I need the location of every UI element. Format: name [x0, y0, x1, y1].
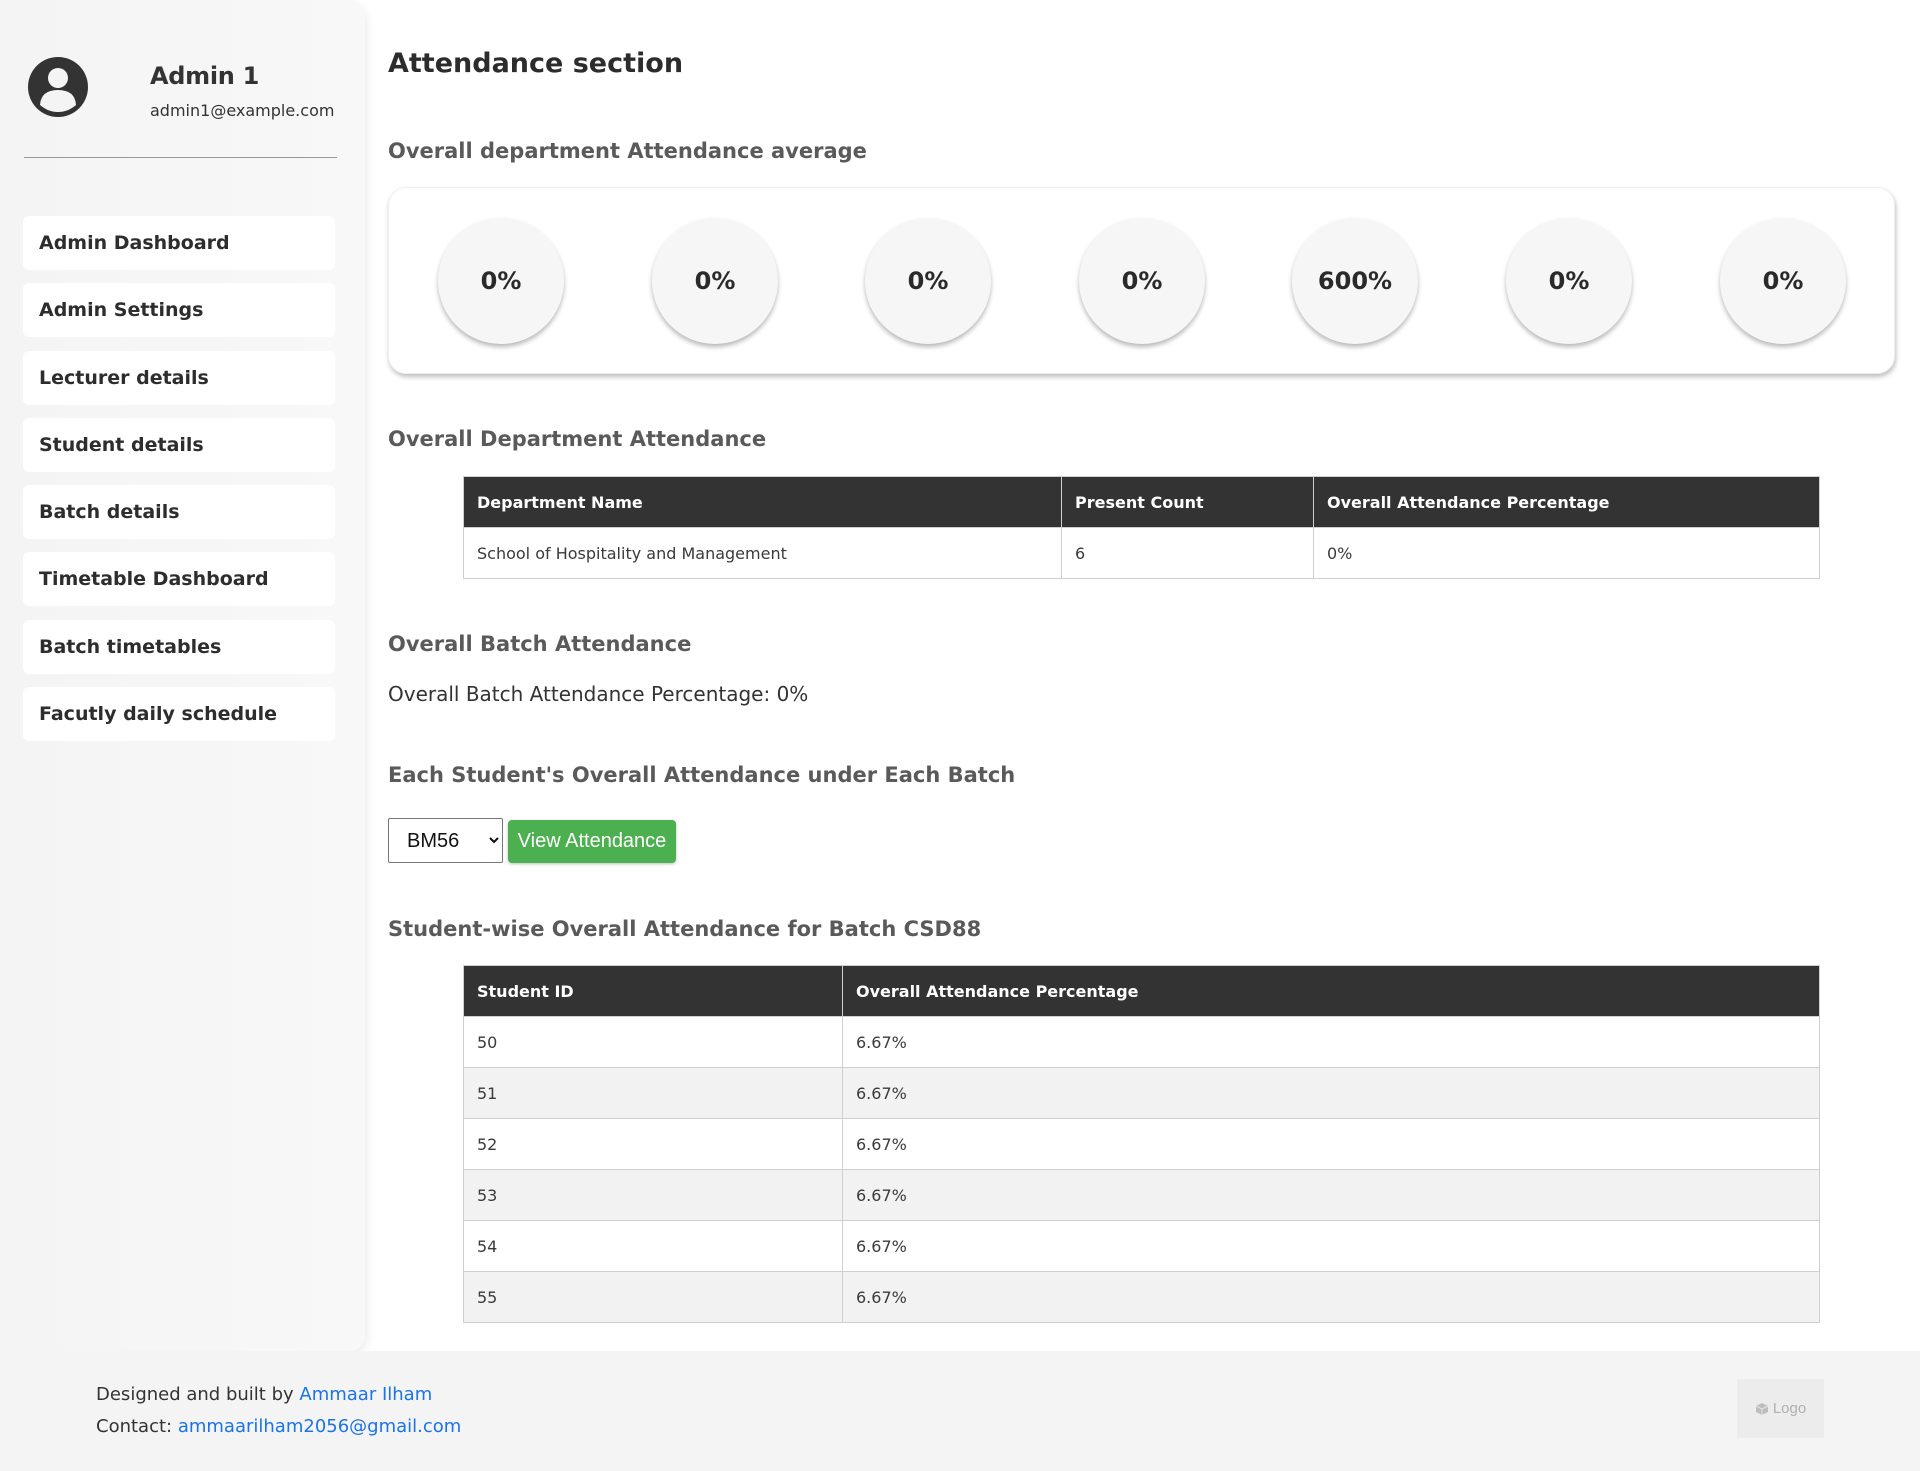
average-circle: 0%: [652, 218, 778, 344]
sidebar-divider: [24, 157, 337, 158]
profile-name: Admin 1: [150, 62, 260, 90]
logo-label: Logo: [1772, 1400, 1807, 1417]
column-header: Overall Attendance Percentage: [842, 965, 1820, 1017]
average-circle: 600%: [1292, 218, 1418, 344]
column-header: Present Count: [1061, 476, 1314, 528]
attendance-percentage-cell: 6.67%: [842, 1067, 1820, 1119]
user-circle-icon: [28, 57, 88, 117]
sidebar-item-admin-settings[interactable]: Admin Settings: [23, 283, 335, 338]
contact-email-link[interactable]: ammaarilham2056@gmail.com: [178, 1416, 462, 1437]
footer-contact-text: Contact:: [96, 1416, 178, 1437]
sidebar-item-timetable-dashboard[interactable]: Timetable Dashboard: [23, 552, 335, 607]
department-heading: Overall Department Attendance: [388, 427, 767, 451]
average-heading: Overall department Attendance average: [388, 139, 867, 163]
average-circle: 0%: [1506, 218, 1632, 344]
footer-credit: Designed and built by Ammaar Ilham: [96, 1384, 432, 1405]
average-circle: 0%: [1720, 218, 1846, 344]
average-circle: 0%: [865, 218, 991, 344]
average-circle: 0%: [1079, 218, 1205, 344]
page-title: Attendance section: [388, 48, 684, 79]
student-id-cell: 51: [463, 1067, 843, 1119]
sidebar: Admin 1 admin1@example.com Admin Dashboa…: [0, 0, 365, 1351]
sidebar-nav: Admin Dashboard Admin Settings Lecturer …: [23, 216, 335, 754]
student-id-cell: 53: [463, 1169, 843, 1221]
student-filter-heading: Each Student's Overall Attendance under …: [388, 763, 1016, 787]
footer-contact: Contact: ammaarilham2056@gmail.com: [96, 1416, 461, 1437]
sidebar-item-lecturer-details[interactable]: Lecturer details: [23, 350, 335, 405]
table-header-row: Department Name Present Count Overall At…: [463, 476, 1820, 528]
table-header-row: Student ID Overall Attendance Percentage: [463, 965, 1820, 1017]
table-row: School of Hospitality and Management 6 0…: [463, 527, 1820, 579]
batch-attendance-text: Overall Batch Attendance Percentage: 0%: [388, 682, 809, 706]
attendance-percentage-cell: 6.67%: [842, 1220, 1820, 1272]
student-id-cell: 50: [463, 1016, 843, 1068]
sidebar-item-batch-details[interactable]: Batch details: [23, 485, 335, 540]
table-row: 53 6.67%: [463, 1169, 1820, 1221]
batch-heading: Overall Batch Attendance: [388, 632, 692, 656]
cube-icon: [1755, 1402, 1769, 1415]
author-link[interactable]: Ammaar Ilham: [299, 1384, 432, 1405]
footer: Designed and built by Ammaar Ilham Conta…: [0, 1351, 1920, 1471]
department-table: Department Name Present Count Overall At…: [463, 476, 1820, 579]
student-attendance-table: Student ID Overall Attendance Percentage…: [463, 965, 1820, 1323]
column-header: Student ID: [463, 965, 843, 1017]
sidebar-item-admin-dashboard[interactable]: Admin Dashboard: [23, 216, 335, 270]
present-count-cell: 6: [1061, 527, 1314, 579]
attendance-percentage-cell: 6.67%: [842, 1016, 1820, 1068]
student-wise-heading: Student-wise Overall Attendance for Batc…: [388, 917, 982, 941]
sidebar-item-faculty-daily-schedule[interactable]: Facutly daily schedule: [23, 687, 335, 742]
view-attendance-button[interactable]: View Attendance: [508, 820, 676, 863]
attendance-percentage-cell: 0%: [1313, 527, 1820, 579]
footer-logo: Logo: [1737, 1379, 1824, 1438]
attendance-percentage-cell: 6.67%: [842, 1118, 1820, 1170]
average-circles-card: 0% 0% 0% 0% 600% 0% 0%: [388, 187, 1895, 374]
table-row: 55 6.67%: [463, 1271, 1820, 1323]
column-header: Overall Attendance Percentage: [1313, 476, 1820, 528]
student-id-cell: 54: [463, 1220, 843, 1272]
footer-credit-text: Designed and built by: [96, 1384, 300, 1405]
average-circle: 0%: [438, 218, 564, 344]
sidebar-item-student-details[interactable]: Student details: [23, 417, 335, 472]
student-id-cell: 55: [463, 1271, 843, 1323]
table-row: 50 6.67%: [463, 1016, 1820, 1068]
sidebar-item-batch-timetables[interactable]: Batch timetables: [23, 619, 335, 674]
student-id-cell: 52: [463, 1118, 843, 1170]
attendance-percentage-cell: 6.67%: [842, 1271, 1820, 1323]
batch-select[interactable]: BM56: [388, 818, 503, 863]
table-row: 51 6.67%: [463, 1067, 1820, 1119]
attendance-percentage-cell: 6.67%: [842, 1169, 1820, 1221]
table-row: 54 6.67%: [463, 1220, 1820, 1272]
column-header: Department Name: [463, 476, 1062, 528]
profile-email: admin1@example.com: [150, 101, 335, 120]
department-name-cell: School of Hospitality and Management: [463, 527, 1062, 579]
table-row: 52 6.67%: [463, 1118, 1820, 1170]
